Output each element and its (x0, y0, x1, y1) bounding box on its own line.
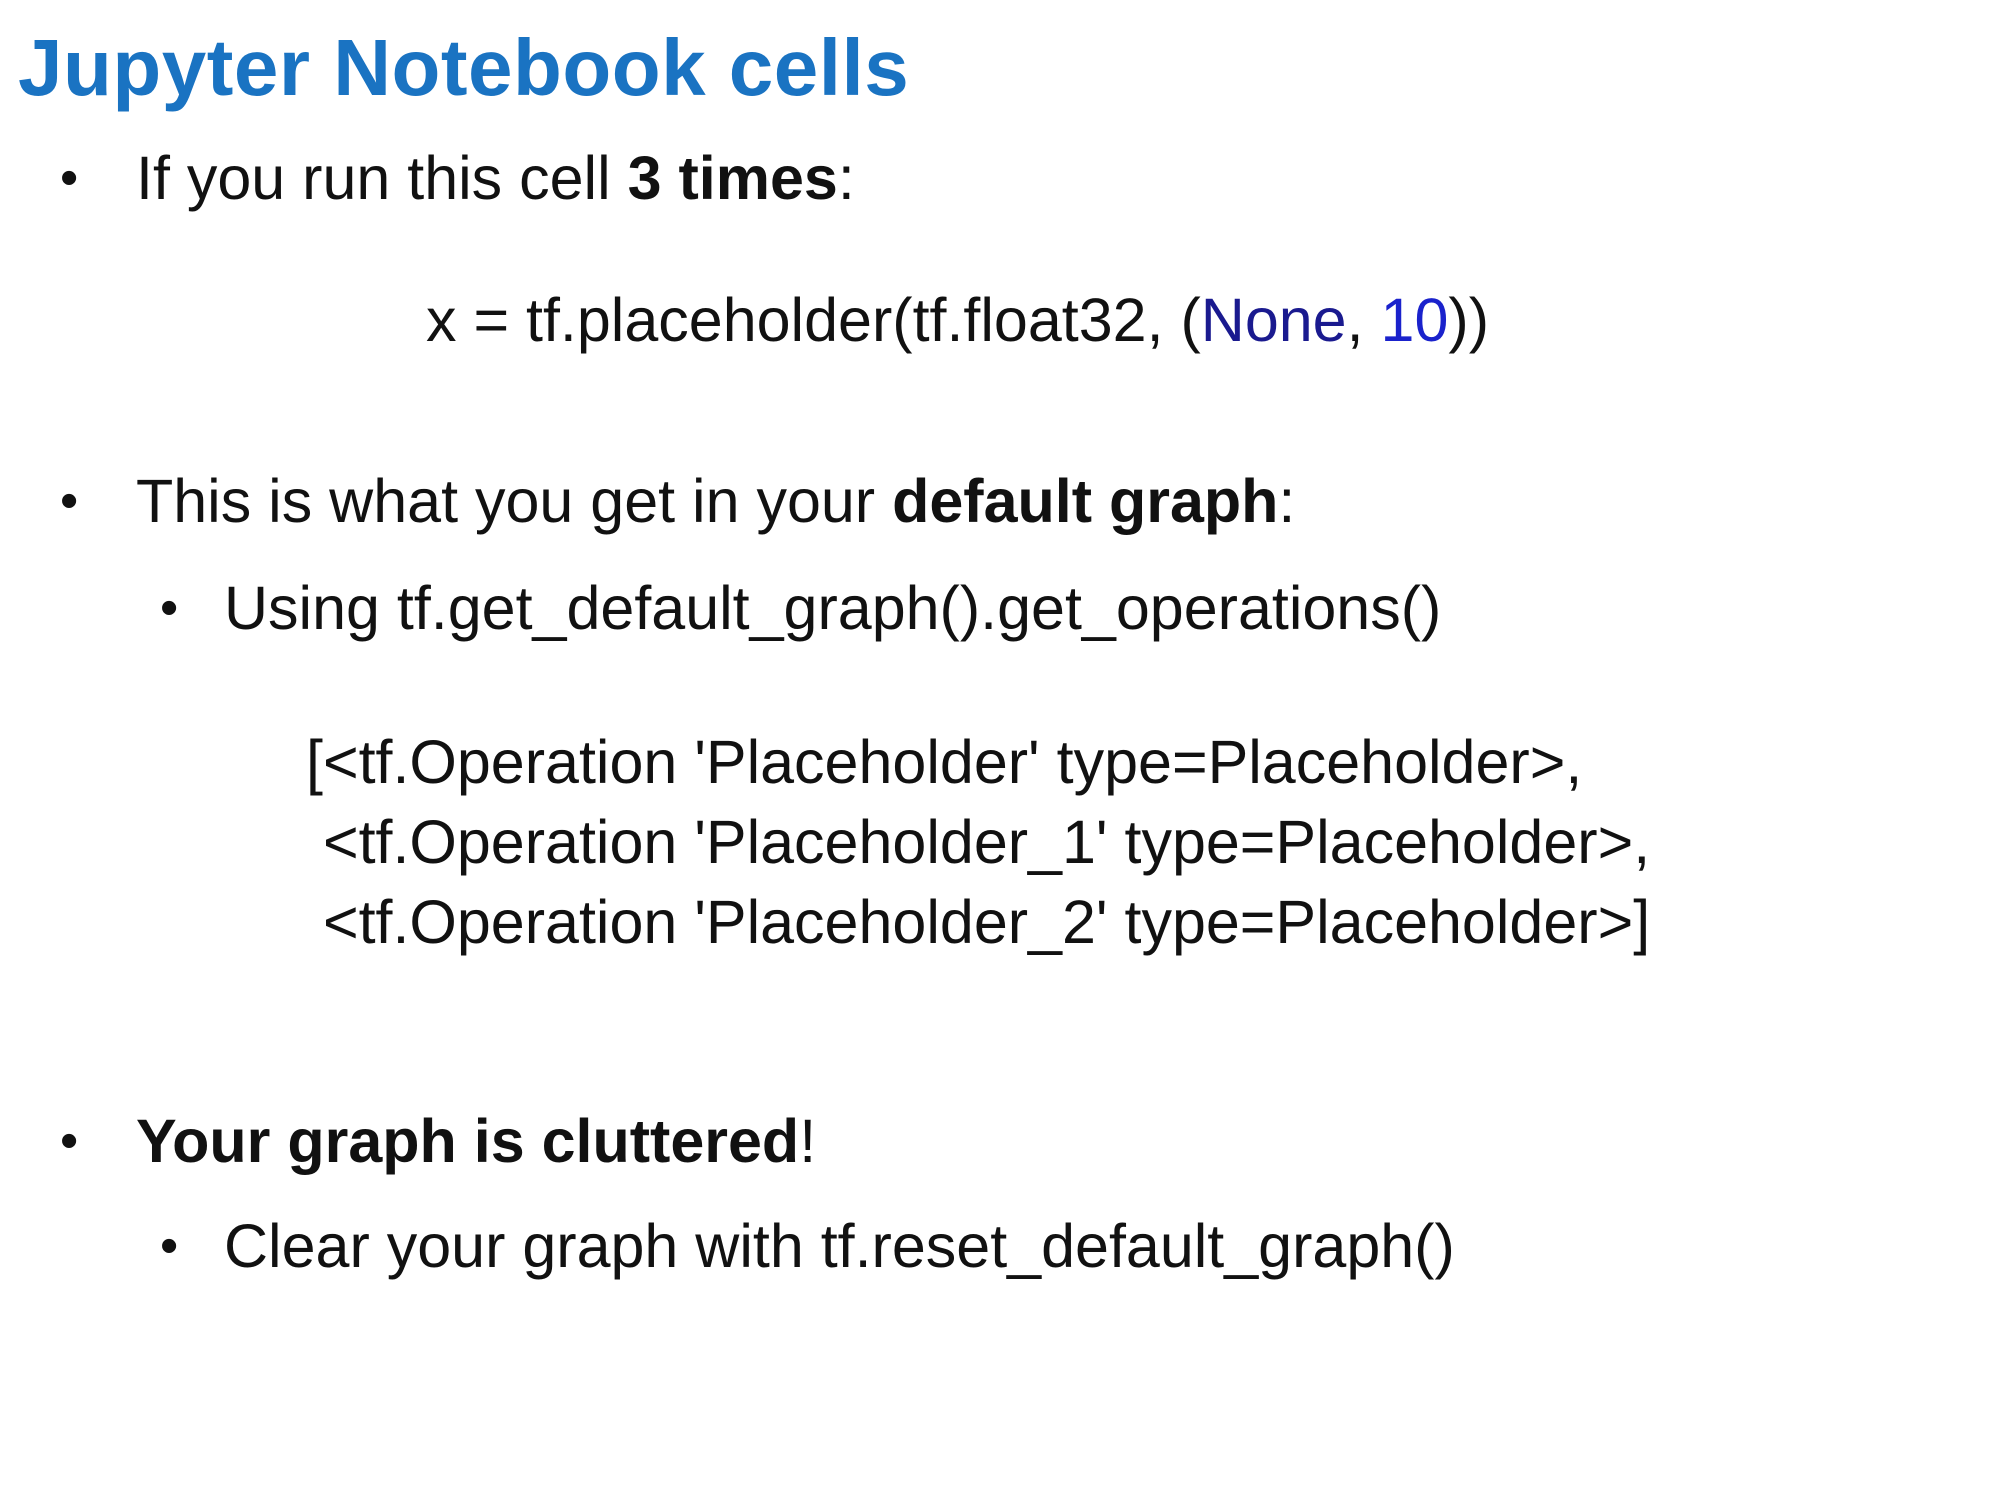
slide-title: Jupyter Notebook cells (18, 23, 910, 112)
bullet-1-suffix: : (837, 144, 855, 212)
operations-output-line-1: [<tf.Operation 'Placeholder' type=Placeh… (306, 728, 1583, 796)
bullet-dot: • (60, 472, 79, 530)
bullet-1-text: If you run this cell 3 times: (136, 142, 855, 214)
bullet-2-lead: This is what you get in your (136, 467, 893, 535)
bullet-2-text: This is what you get in your default gra… (136, 465, 1295, 537)
code-number-literal: 10 (1380, 286, 1449, 354)
bullet-dot: • (60, 1112, 79, 1170)
bullet-1-emphasis: 3 times (627, 144, 838, 212)
operations-output-line-2: <tf.Operation 'Placeholder_1' type=Place… (306, 808, 1651, 876)
slide: Jupyter Notebook cells • If you run this… (0, 0, 2000, 1500)
bullet-3-suffix: ! (799, 1107, 817, 1175)
bullet-3-sub-text: Clear your graph with tf.reset_default_g… (224, 1212, 1455, 1280)
bullet-2-sub-text: Using tf.get_default_graph().get_operati… (224, 574, 1442, 642)
sub-bullet-dot: • (160, 579, 179, 637)
bullet-2-emphasis: default graph (892, 467, 1279, 535)
bullet-2-suffix: : (1278, 467, 1296, 535)
bullet-3-text: Your graph is cluttered! (136, 1105, 816, 1177)
code-prefix: x = tf.placeholder(tf.float32, ( (426, 286, 1201, 354)
sub-bullet-dot: • (160, 1217, 179, 1275)
bullet-dot: • (60, 149, 79, 207)
code-separator: , (1346, 286, 1381, 354)
bullet-3-emphasis: Your graph is cluttered (136, 1107, 800, 1175)
code-placeholder-line: x = tf.placeholder(tf.float32, (None, 10… (426, 284, 1489, 356)
operations-output-line-3: <tf.Operation 'Placeholder_2' type=Place… (306, 888, 1651, 956)
code-suffix: )) (1448, 286, 1490, 354)
bullet-1-lead: If you run this cell (136, 144, 628, 212)
code-none-keyword: None (1200, 286, 1347, 354)
